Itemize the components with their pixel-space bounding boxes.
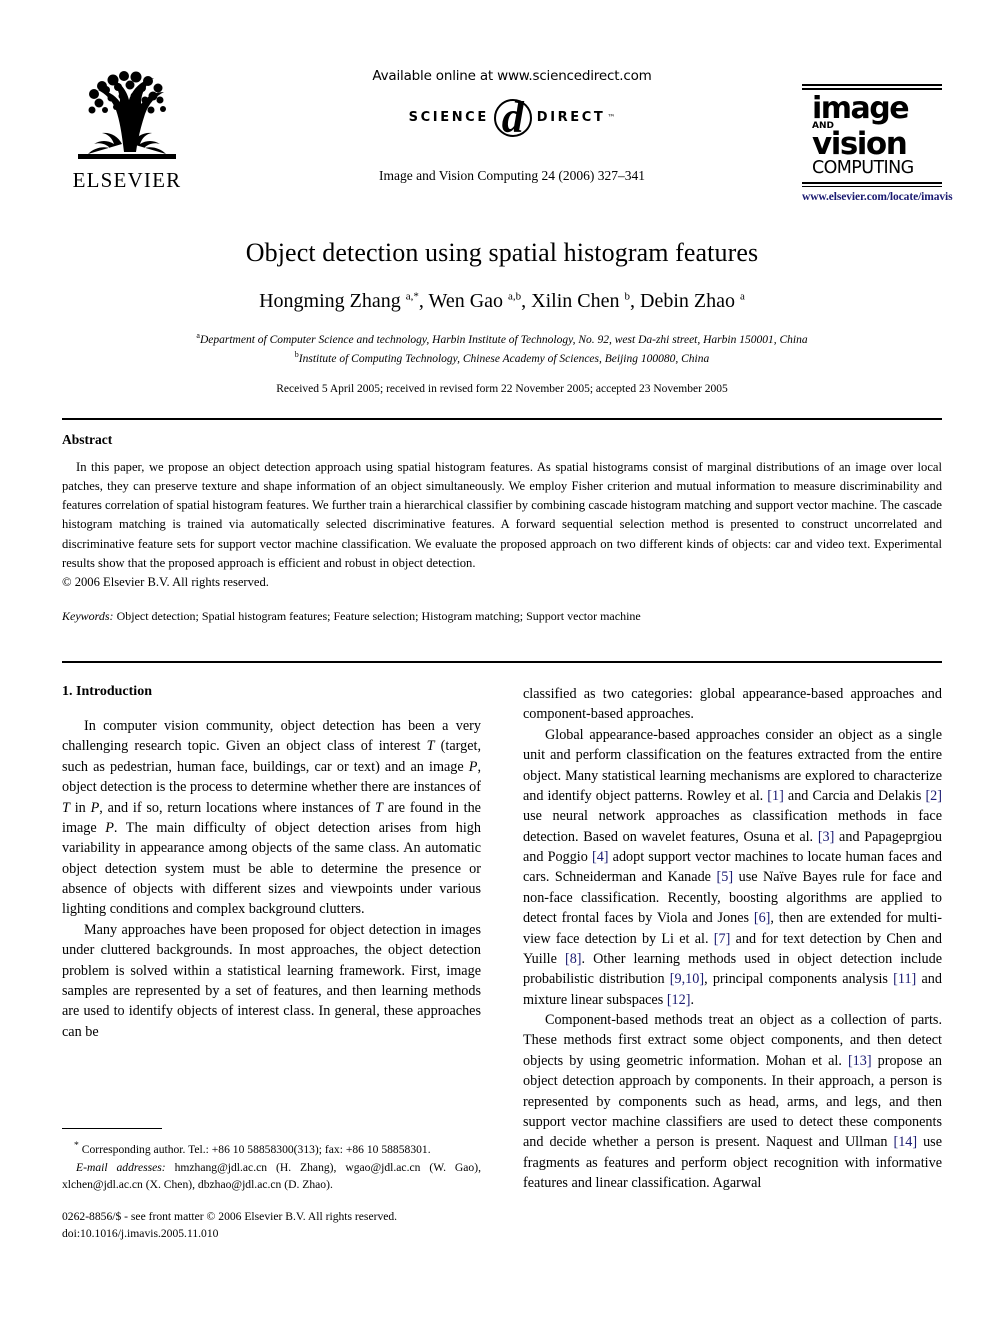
- affiliation-a: aDepartment of Computer Science and tech…: [62, 330, 942, 349]
- keywords-value: Object detection; Spatial histogram feat…: [116, 608, 641, 623]
- text-run: , principal components analysis: [704, 971, 894, 988]
- sciencedirect-block: Available online at www.sciencedirect.co…: [312, 68, 712, 140]
- citation-link[interactable]: [3]: [818, 829, 835, 845]
- available-online-text: Available online at www.sciencedirect.co…: [372, 68, 652, 84]
- page-title: Object detection using spatial histogram…: [245, 238, 759, 267]
- text-run: . The main difficulty of object detectio…: [62, 819, 481, 918]
- text-run: .: [690, 991, 694, 1008]
- journal-logo: image AND vision COMPUTING www.elsevier.…: [802, 82, 953, 203]
- paragraph: In computer vision community, object det…: [62, 716, 481, 920]
- abstract-bottom-divider: [62, 661, 942, 663]
- math-variable: T: [375, 799, 383, 816]
- journal-logo-vision-word: vision: [812, 126, 908, 163]
- logo-rule-top-2: [802, 87, 942, 90]
- citation-link[interactable]: [6]: [754, 910, 771, 926]
- sciencedirect-d-icon: d: [493, 96, 532, 140]
- imprint-front-matter: 0262-8856/$ - see front matter © 2006 El…: [62, 1210, 398, 1224]
- math-variable: T: [426, 738, 435, 755]
- math-variable: P: [105, 819, 114, 836]
- logo-rule-bottom-1: [802, 181, 942, 185]
- keywords-label: Keywords:: [62, 608, 114, 623]
- journal-citation: Image and Vision Computing 24 (2006) 327…: [379, 168, 645, 183]
- abstract-heading: Abstract: [62, 432, 113, 447]
- column-right: classified as two categories: global app…: [523, 684, 942, 1193]
- elsevier-wordmark: ELSEVIER: [72, 168, 182, 192]
- footnote-block: * Corresponding author. Tel.: +86 10 588…: [62, 1128, 481, 1243]
- imprint-doi[interactable]: doi:10.1016/j.imavis.2005.11.010: [62, 1226, 481, 1243]
- received-dates: Received 5 April 2005; received in revis…: [276, 383, 728, 395]
- paragraph: Component-based methods treat an object …: [523, 1010, 942, 1193]
- abstract-top-divider: [62, 418, 942, 420]
- text-run: , and if so, return locations where inst…: [99, 799, 376, 816]
- sciencedirect-logo: SCIENCE d DIRECT ™: [312, 96, 712, 140]
- corresponding-author-text: Corresponding author. Tel.: +86 10 58858…: [81, 1143, 431, 1157]
- keywords-line: Keywords: Object detection; Spatial hist…: [62, 609, 942, 624]
- left-column-paragraphs: In computer vision community, object det…: [62, 716, 481, 1042]
- math-variable: P: [90, 799, 100, 816]
- sciencedirect-direct-word: DIRECT: [536, 109, 606, 125]
- citation-link[interactable]: [14]: [893, 1134, 917, 1150]
- logo-rule-top-1: [802, 83, 942, 86]
- trademark-icon: ™: [607, 112, 616, 122]
- citation-link[interactable]: [9,10]: [670, 971, 704, 987]
- journal-logo-text: image AND vision COMPUTING: [802, 92, 942, 181]
- sciencedirect-science-word: SCIENCE: [408, 109, 489, 125]
- affiliation-b-text: Institute of Computing Technology, Chine…: [298, 352, 710, 365]
- citation-link[interactable]: [13]: [848, 1053, 872, 1069]
- paragraph: Global appearance-based approaches consi…: [523, 725, 942, 1010]
- corresponding-author-marker: *: [74, 1140, 79, 1152]
- title-block: Object detection using spatial histogram…: [62, 238, 942, 395]
- citation-link[interactable]: [1]: [767, 788, 784, 804]
- right-column-paragraphs: classified as two categories: global app…: [523, 684, 942, 1193]
- elsevier-logo: ELSEVIER: [64, 66, 190, 206]
- email-addresses-label: E-mail addresses:: [76, 1160, 166, 1174]
- citation-link[interactable]: [8]: [565, 951, 582, 967]
- abstract-copyright: © 2006 Elsevier B.V. All rights reserved…: [62, 574, 269, 589]
- citation-link[interactable]: [7]: [714, 931, 731, 947]
- email-addresses-note: E-mail addresses: hmzhang@jdl.ac.cn (H. …: [62, 1160, 481, 1193]
- citation-link[interactable]: [12]: [667, 992, 691, 1008]
- abstract-text: In this paper, we propose an object dete…: [62, 460, 942, 570]
- paragraph: classified as two categories: global app…: [523, 684, 942, 725]
- section-heading-introduction: 1. Introduction: [62, 684, 152, 699]
- math-variable: T: [62, 799, 70, 816]
- citation-link[interactable]: [11]: [893, 971, 916, 987]
- journal-url-link[interactable]: www.elsevier.com/locate/imavis: [802, 191, 953, 203]
- affiliation-b: bInstitute of Computing Technology, Chin…: [62, 349, 942, 368]
- abstract-block: Abstract In this paper, we propose an ob…: [62, 432, 942, 624]
- footnote-divider: [62, 1128, 162, 1130]
- corresponding-author-note: * Corresponding author. Tel.: +86 10 588…: [62, 1139, 481, 1159]
- text-run: and Carcia and Delakis: [783, 787, 926, 804]
- journal-logo-image-word: image: [812, 90, 910, 126]
- paragraph: Many approaches have been proposed for o…: [62, 920, 481, 1042]
- text-run: In computer vision community, object det…: [62, 718, 481, 755]
- journal-logo-computing-word: COMPUTING: [812, 157, 914, 178]
- text-run: Many approaches have been proposed for o…: [62, 921, 481, 1040]
- citation-link[interactable]: [5]: [717, 869, 734, 885]
- text-run: classified as two categories: global app…: [523, 686, 942, 723]
- imprint-block: 0262-8856/$ - see front matter © 2006 El…: [62, 1209, 481, 1243]
- elsevier-tree-icon: [72, 66, 182, 166]
- citation-link[interactable]: [4]: [592, 849, 609, 865]
- author-list: Hongming Zhang a,*, Wen Gao a,b, Xilin C…: [259, 290, 745, 312]
- citation-link[interactable]: [2]: [925, 788, 942, 804]
- masthead: ELSEVIER Available online at www.science…: [62, 62, 953, 212]
- logo-rule-bottom-2: [802, 185, 942, 188]
- column-left: 1. Introduction In computer vision commu…: [62, 684, 481, 1042]
- paper-page: ELSEVIER Available online at www.science…: [0, 0, 992, 1323]
- affiliation-a-text: Department of Computer Science and techn…: [199, 333, 808, 346]
- text-run: in: [69, 799, 91, 816]
